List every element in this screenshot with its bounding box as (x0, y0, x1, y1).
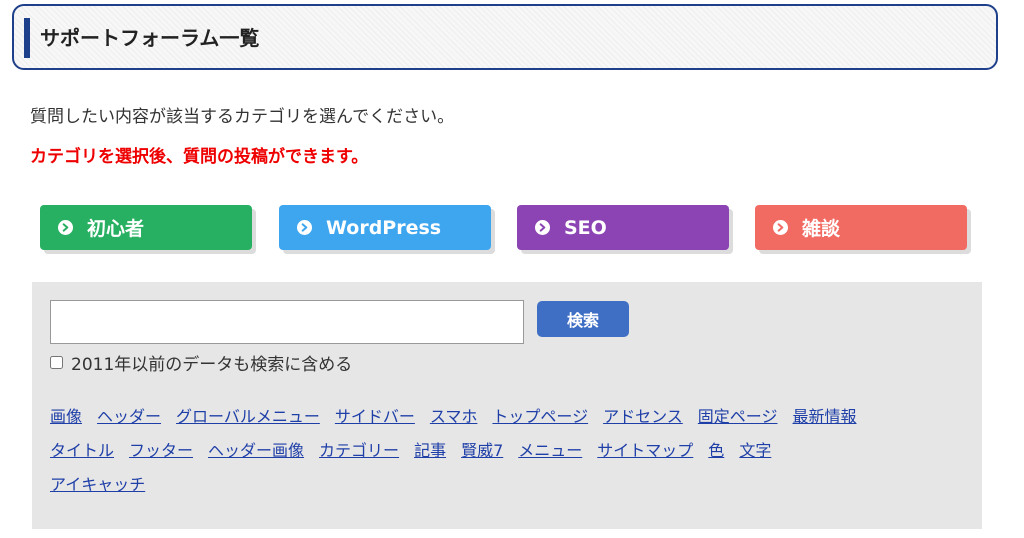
category-button-label: SEO (564, 216, 607, 239)
tag-link[interactable]: トップページ (492, 407, 588, 426)
search-button[interactable]: 検索 (537, 301, 629, 337)
archive-option: 2011年以前のデータも検索に含める (50, 350, 352, 375)
category-button-beginner[interactable]: 初心者 (40, 205, 252, 250)
tag-row: タイトル フッター ヘッダー画像 カテゴリー 記事 賢威7 メニュー サイトマップ色文字 (50, 434, 970, 468)
tag-link[interactable]: ヘッダー画像 (208, 441, 304, 460)
chevron-right-circle-icon (535, 220, 550, 235)
chevron-right-circle-icon (297, 220, 312, 235)
archive-checkbox-label[interactable]: 2011年以前のデータも検索に含める (71, 350, 352, 375)
page-header: サポートフォーラム一覧 (12, 4, 998, 70)
category-button-wordpress[interactable]: WordPress (279, 205, 491, 250)
tag-link[interactable]: 賢威7 (461, 441, 503, 460)
tag-link[interactable]: 文字 (739, 441, 771, 460)
chevron-right-circle-icon (773, 220, 788, 235)
intro-text: 質問したい内容が該当するカテゴリを選んでください。 (30, 107, 455, 127)
tag-link[interactable]: アイキャッチ (50, 475, 145, 494)
tag-link[interactable]: メニュー (518, 441, 582, 460)
tag-link[interactable]: スマホ (430, 407, 478, 426)
tag-link[interactable]: フッター (129, 441, 193, 460)
tag-link[interactable]: サイトマップ (597, 441, 693, 460)
category-button-label: WordPress (326, 216, 442, 239)
notice-text: カテゴリを選択後、質問の投稿ができます。 (30, 147, 369, 167)
tag-link[interactable]: アドセンス (603, 407, 683, 426)
tag-link[interactable]: タイトル (50, 441, 114, 460)
tag-list: 画像 ヘッダー グローバルメニュー サイドバー スマホ トップページ アドセンス 固定ページ最… (50, 400, 970, 502)
tag-row: アイキャッチ (50, 468, 970, 502)
category-button-chat[interactable]: 雑談 (755, 205, 967, 250)
tag-link[interactable]: ヘッダー (97, 407, 161, 426)
category-button-label: 雑談 (802, 218, 841, 240)
tag-link[interactable]: 記事 (414, 441, 446, 460)
search-panel: 検索 2011年以前のデータも検索に含める 画像 ヘッダー グローバルメニュー サイド… (32, 282, 982, 529)
tag-link[interactable]: グローバルメニュー (176, 407, 320, 426)
chevron-right-circle-icon (58, 220, 73, 235)
category-button-seo[interactable]: SEO (517, 205, 729, 250)
search-input[interactable] (50, 300, 524, 344)
tag-link[interactable]: カテゴリー (319, 441, 399, 460)
tag-link[interactable]: 画像 (50, 407, 82, 426)
tag-link[interactable]: 色 (708, 441, 724, 460)
tag-link[interactable]: 最新情報 (792, 407, 856, 426)
category-button-label: 初心者 (87, 218, 145, 240)
page-title: サポートフォーラム一覧 (40, 26, 260, 50)
tag-link[interactable]: サイドバー (335, 407, 415, 426)
tag-link[interactable]: 固定ページ (698, 407, 778, 426)
tag-row: 画像 ヘッダー グローバルメニュー サイドバー スマホ トップページ アドセンス 固定ページ最… (50, 400, 970, 434)
archive-checkbox[interactable] (50, 355, 63, 369)
header-accent-bar (24, 18, 30, 58)
